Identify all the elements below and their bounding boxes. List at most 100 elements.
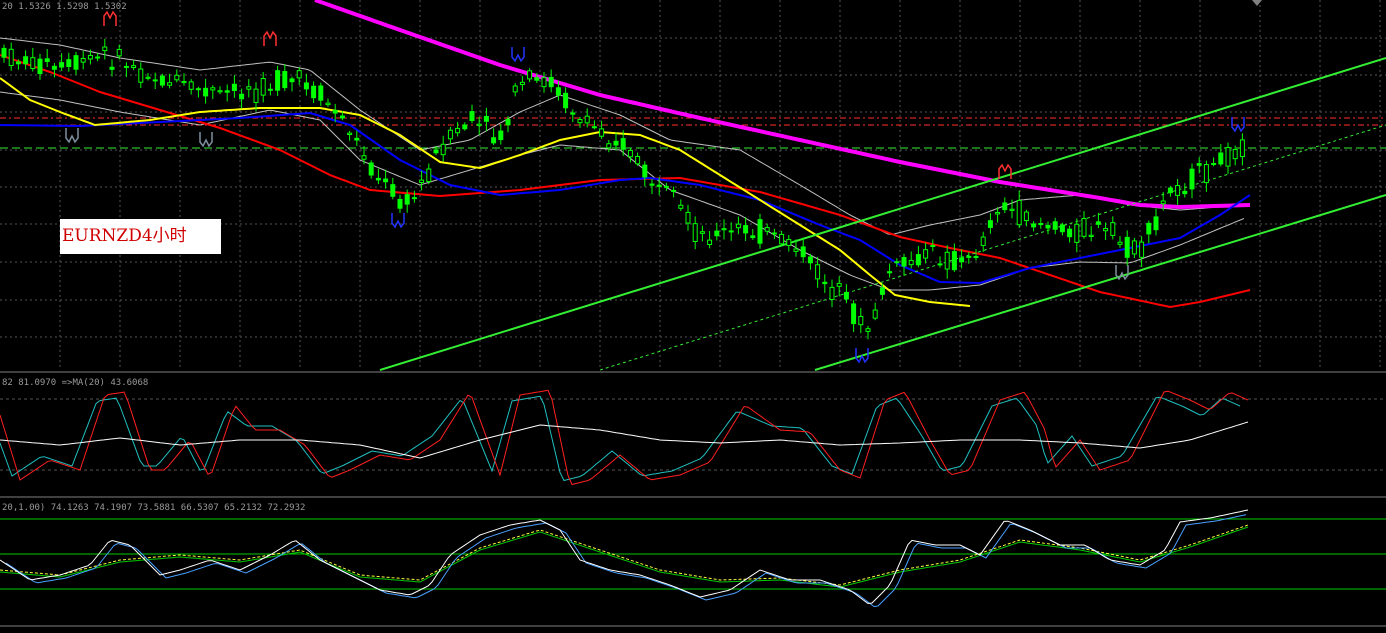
candle-body-48	[347, 132, 353, 135]
fractal-marker-icon-0	[65, 128, 79, 144]
fractal-down-icon-1	[391, 213, 405, 229]
candle-body-40	[289, 78, 295, 83]
channel-upper-line	[379, 57, 1386, 371]
candle-body-0	[1, 47, 7, 58]
candle-body-162	[1167, 187, 1173, 194]
candle-body-13	[95, 56, 101, 59]
candle-body-126	[908, 259, 914, 266]
candle-body-123	[887, 271, 893, 274]
candle-body-108	[779, 233, 785, 245]
candle-body-69	[498, 130, 504, 141]
candle-body-142	[1023, 211, 1029, 222]
candle-body-68	[491, 137, 497, 144]
candle-body-77	[555, 87, 561, 96]
candle-body-146	[1052, 221, 1058, 230]
candle-body-133	[959, 257, 965, 263]
candle-body-155	[1117, 241, 1123, 245]
candle-body-79	[570, 112, 576, 115]
candle-body-70	[505, 118, 511, 126]
osc2-yellow-line	[0, 524, 1249, 586]
fractal-up-icon-0	[103, 10, 117, 26]
candle-body-84	[606, 143, 612, 149]
candle-body-125	[901, 257, 907, 267]
candle-body-50	[361, 155, 367, 160]
candle-body-118	[851, 303, 857, 325]
candle-body-38	[275, 70, 281, 91]
candle-body-47	[339, 115, 345, 119]
candle-body-71	[512, 85, 518, 93]
candle-body-144	[1038, 222, 1044, 226]
candle-body-139	[1002, 202, 1008, 211]
candle-body-7	[51, 65, 57, 70]
osc2-green-line	[0, 526, 1249, 588]
candle-body-130	[937, 263, 943, 266]
candle-body-165	[1189, 168, 1195, 190]
candle-body-121	[872, 309, 878, 319]
candle-body-158	[1139, 241, 1145, 258]
candle-body-65	[469, 111, 475, 122]
candle-body-41	[296, 70, 302, 79]
candle-body-161	[1160, 200, 1166, 205]
ma-red-line	[0, 54, 1251, 309]
candle-body-1	[8, 48, 14, 66]
channel-lower-line	[814, 194, 1386, 371]
candle-body-37	[267, 88, 273, 91]
candle-body-29	[210, 87, 216, 91]
candle-body-57	[411, 197, 417, 200]
candle-body-53	[383, 178, 389, 183]
candle-body-61	[440, 143, 446, 156]
candle-body-106	[764, 227, 770, 232]
candle-body-86	[620, 138, 626, 150]
candle-body-27	[195, 88, 201, 91]
candle-body-6	[44, 58, 50, 63]
candle-body-82	[591, 126, 597, 129]
fractal-marker-icon-1	[199, 132, 213, 148]
candle-body-157	[1131, 240, 1137, 255]
candle-body-46	[332, 109, 338, 114]
candle-body-101	[728, 230, 734, 233]
candle-body-164	[1182, 190, 1188, 195]
candle-body-167	[1203, 164, 1209, 184]
candle-body-5	[37, 58, 43, 75]
candle-body-128	[923, 249, 929, 259]
candle-body-147	[1059, 224, 1065, 233]
candle-body-172	[1239, 139, 1245, 158]
candle-body-66	[476, 123, 482, 126]
candle-body-153	[1103, 228, 1109, 232]
candle-body-104	[750, 235, 756, 239]
candle-body-25	[181, 81, 187, 84]
candle-body-103	[743, 225, 749, 234]
candle-body-58	[419, 179, 425, 184]
osc1-ma-line	[0, 421, 1249, 459]
fractal-down-icon-0	[511, 47, 525, 63]
candle-body-156	[1124, 236, 1130, 258]
candle-body-51	[368, 162, 374, 176]
candle-body-81	[584, 115, 590, 124]
candle-body-73	[527, 70, 533, 80]
candle-body-19	[138, 68, 144, 83]
candle-body-32	[231, 83, 237, 91]
candle-body-59	[426, 168, 432, 183]
candle-body-166	[1196, 163, 1202, 166]
candle-body-72	[519, 81, 525, 86]
candle-body-169	[1218, 152, 1224, 165]
candle-body-8	[59, 62, 65, 68]
candle-body-152	[1095, 221, 1101, 225]
candle-body-55	[397, 198, 403, 209]
candle-body-129	[930, 244, 936, 247]
chart: 20 1.5326 1.5298 1.5302 82 81.0970 =>MA(…	[0, 0, 1386, 629]
candle-body-132	[951, 251, 957, 271]
candle-body-22	[159, 75, 165, 86]
candle-body-74	[534, 77, 540, 81]
candle-body-114	[822, 281, 828, 285]
candle-body-96	[692, 223, 698, 243]
candle-body-99	[714, 230, 720, 237]
candle-body-52	[375, 177, 381, 181]
candle-body-98	[707, 239, 713, 245]
candle-body-122	[879, 287, 885, 295]
candle-body-62	[447, 129, 453, 140]
candle-body-44	[318, 85, 324, 101]
candle-body-23	[167, 82, 173, 86]
candle-body-93	[671, 189, 677, 192]
candle-body-63	[455, 127, 461, 134]
